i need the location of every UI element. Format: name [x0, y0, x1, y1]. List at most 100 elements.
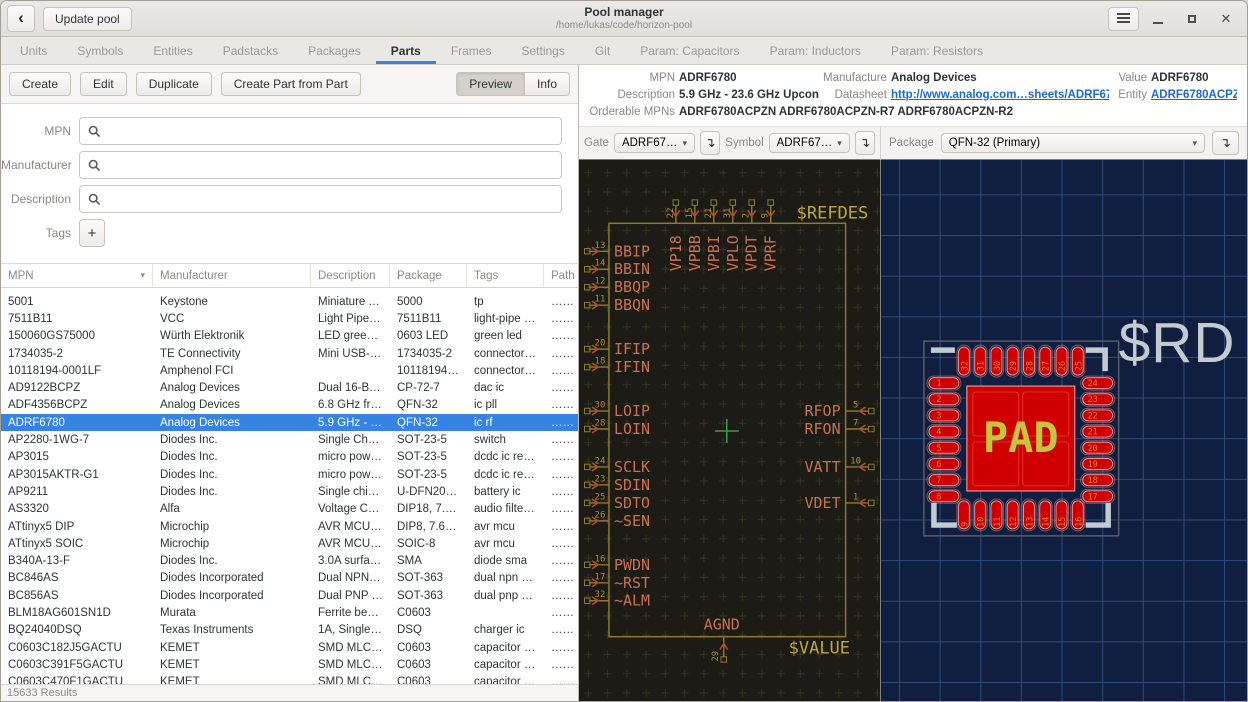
- main-area: Create Edit Duplicate Create Part from P…: [1, 65, 1247, 701]
- minimize-button[interactable]: [1143, 5, 1173, 33]
- package-preview-canvas[interactable]: PAD3231302928272625910111213141516123456…: [881, 159, 1247, 702]
- pad-number: 32: [959, 361, 969, 371]
- tab-packages[interactable]: Packages: [293, 37, 376, 64]
- table-row[interactable]: AP3015AKTR-G1Diodes Inc.micro power …SOT…: [1, 466, 578, 483]
- table-row[interactable]: 10118194-0001LFAmphenol FCI10118194-00…c…: [1, 362, 578, 379]
- pad-number: 31: [975, 361, 985, 371]
- preview-toggle-button[interactable]: Preview: [456, 72, 525, 96]
- table-row[interactable]: B340A-13-FDiodes Inc.3.0A surface …SMAdi…: [1, 552, 578, 569]
- description-search-input[interactable]: [107, 191, 553, 207]
- info-toggle-button[interactable]: Info: [524, 72, 570, 96]
- menu-button[interactable]: [1108, 7, 1139, 31]
- table-row[interactable]: 7511B11VCCLight Pipe, 3 …7511B11light-pi…: [1, 310, 578, 327]
- table-cell: Keystone: [153, 296, 311, 308]
- pad-number: 27: [1040, 361, 1050, 371]
- table-row[interactable]: C0603C182J5GACTUKEMETSMD MLCC, …C0603cap…: [1, 639, 578, 656]
- table-row[interactable]: 1734035-2TE ConnectivityMini USB-B r…173…: [1, 345, 578, 362]
- table-row[interactable]: ATtinyx5 SOICMicrochipAVR MCU wit…SOIC-8…: [1, 535, 578, 552]
- table-cell: …json: [544, 521, 578, 533]
- duplicate-button[interactable]: Duplicate: [136, 72, 212, 96]
- column-header-description[interactable]: Description: [311, 264, 390, 287]
- table-row[interactable]: 150060GS75000Würth ElektronikLED green c…: [1, 328, 578, 345]
- value-value: ADRF6780: [1151, 70, 1237, 86]
- table-row[interactable]: BC856ASDiodes IncorporatedDual PNP Sm…SO…: [1, 587, 578, 604]
- table-row[interactable]: BQ24040DSQTexas Instruments1A, Single-In…: [1, 622, 578, 639]
- close-button[interactable]: ✕: [1211, 5, 1241, 33]
- search-form: MPN Manufacturer Description: [1, 104, 578, 263]
- column-header-mpn[interactable]: MPN▾: [1, 264, 153, 287]
- pad-number: 2: [936, 394, 941, 404]
- symbol-text: VATT: [805, 458, 841, 476]
- tab-git[interactable]: Git: [580, 37, 625, 64]
- maximize-button[interactable]: [1177, 5, 1207, 33]
- pad-number: 29: [1008, 361, 1018, 371]
- back-button[interactable]: ‹: [7, 5, 35, 32]
- table-row[interactable]: AS3320AlfaVoltage Contr…DIP18, 7.62 …aud…: [1, 501, 578, 518]
- table-row[interactable]: AP3015Diodes Inc.micro power …SOT-23-5dc…: [1, 449, 578, 466]
- table-cell: Alfa: [153, 503, 311, 515]
- manufacturer-search-input[interactable]: [107, 157, 553, 173]
- gate-dropdown[interactable]: ADRF67…▾: [614, 133, 695, 153]
- minimize-icon: [1153, 22, 1163, 24]
- table-row[interactable]: BC846ASDiodes IncorporatedDual NPN sm…SO…: [1, 570, 578, 587]
- jump-icon: ↴: [705, 135, 716, 151]
- table-cell: dual pnp sot-…: [467, 590, 544, 602]
- symbol-text: 18: [595, 357, 606, 367]
- table-row[interactable]: C0603C391F5GACTUKEMETSMD MLCC, …C0603cap…: [1, 656, 578, 673]
- table-cell: …json: [544, 624, 578, 636]
- column-header-manufacturer[interactable]: Manufacturer: [153, 264, 311, 287]
- table-row[interactable]: 5001KeystoneMiniature TH…5000tp…json: [1, 293, 578, 310]
- entity-link[interactable]: ADRF6780ACPZN-R7: [1151, 89, 1237, 101]
- goto-gate-button[interactable]: ↴: [700, 131, 720, 155]
- add-tag-button[interactable]: +: [79, 219, 105, 247]
- tab-parts[interactable]: Parts: [376, 37, 436, 64]
- table-cell: dcdc ic regula…: [467, 451, 544, 463]
- jump-icon: ↴: [1220, 135, 1231, 151]
- tab-units[interactable]: Units: [5, 37, 62, 64]
- create-button[interactable]: Create: [9, 72, 71, 96]
- table-cell: …json: [544, 330, 578, 342]
- preview-canvases: 13BBIP14BBIN12BBQP11BBQN20IFIP18IFIN30LO…: [579, 159, 1247, 701]
- symbol-text: VPBI: [705, 235, 723, 271]
- update-pool-button[interactable]: Update pool: [43, 7, 132, 31]
- table-row[interactable]: ADRF6780Analog Devices5.9 GHz - 23.…QFN-…: [1, 414, 578, 431]
- tab-symbols[interactable]: Symbols: [62, 37, 138, 64]
- tab-param-resistors[interactable]: Param: Resistors: [876, 37, 998, 64]
- table-row[interactable]: AD9122BCPZAnalog DevicesDual 16-Bit, 1…C…: [1, 379, 578, 396]
- tab-settings[interactable]: Settings: [506, 37, 579, 64]
- tab-entities[interactable]: Entities: [138, 37, 207, 64]
- goto-package-button[interactable]: ↴: [1212, 131, 1239, 155]
- table-cell: 5000: [390, 296, 467, 308]
- package-dropdown[interactable]: QFN-32 (Primary)▾: [941, 133, 1205, 153]
- table-cell: …json: [544, 296, 578, 308]
- table-row[interactable]: C0603C470F1GACTUKEMETSMD MLCC, …C0603cap…: [1, 674, 578, 684]
- table-row[interactable]: AP2280-1WG-7Diodes Inc.Single Chann…SOT-…: [1, 431, 578, 448]
- datasheet-link[interactable]: http://www.analog.com…sheets/ADRF6780.pd…: [891, 89, 1109, 101]
- tab-frames[interactable]: Frames: [436, 37, 507, 64]
- table-row[interactable]: ATtinyx5 DIPMicrochipAVR MCU wit…DIP8, 7…: [1, 518, 578, 535]
- tab-padstacks[interactable]: Padstacks: [208, 37, 293, 64]
- mpn-search-input[interactable]: [107, 123, 553, 139]
- menu-icon: [1117, 13, 1130, 23]
- table-row[interactable]: BLM18AG601SN1DMurataFerrite bead, …C0603…: [1, 604, 578, 621]
- tab-param-capacitors[interactable]: Param: Capacitors: [625, 37, 754, 64]
- orderable-mpns-value: ADRF6780ACPZN ADRF6780ACPZN-R7 ADRF6780A…: [679, 104, 1237, 120]
- table-row[interactable]: AP9211Diodes Inc.Single chip Li-…U-DFN20…: [1, 483, 578, 500]
- table-cell: …json: [544, 538, 578, 550]
- table-cell: LED green cle…: [311, 330, 390, 342]
- create-part-from-part-button[interactable]: Create Part from Part: [221, 72, 361, 96]
- symbol-preview-canvas[interactable]: 13BBIP14BBIN12BBQP11BBQN20IFIP18IFIN30LO…: [579, 159, 881, 702]
- entity-label: Entity: [1113, 87, 1147, 103]
- tab-param-inductors[interactable]: Param: Inductors: [755, 37, 876, 64]
- pad-number: 3: [936, 410, 941, 420]
- column-header-tags[interactable]: Tags: [467, 264, 544, 287]
- column-header-package[interactable]: Package: [390, 264, 467, 287]
- table-row[interactable]: ADF4356BCPZAnalog Devices6.8 GHz frac-…Q…: [1, 397, 578, 414]
- column-header-path[interactable]: Path: [544, 264, 578, 287]
- table-cell: CP-72-7: [390, 382, 467, 394]
- symbol-dropdown[interactable]: ADRF67…▾: [769, 133, 850, 153]
- table-cell: Diodes Inc.: [153, 486, 311, 498]
- symbol-text: IFIP: [614, 340, 650, 358]
- goto-symbol-button[interactable]: ↴: [855, 131, 875, 155]
- edit-button[interactable]: Edit: [80, 72, 127, 96]
